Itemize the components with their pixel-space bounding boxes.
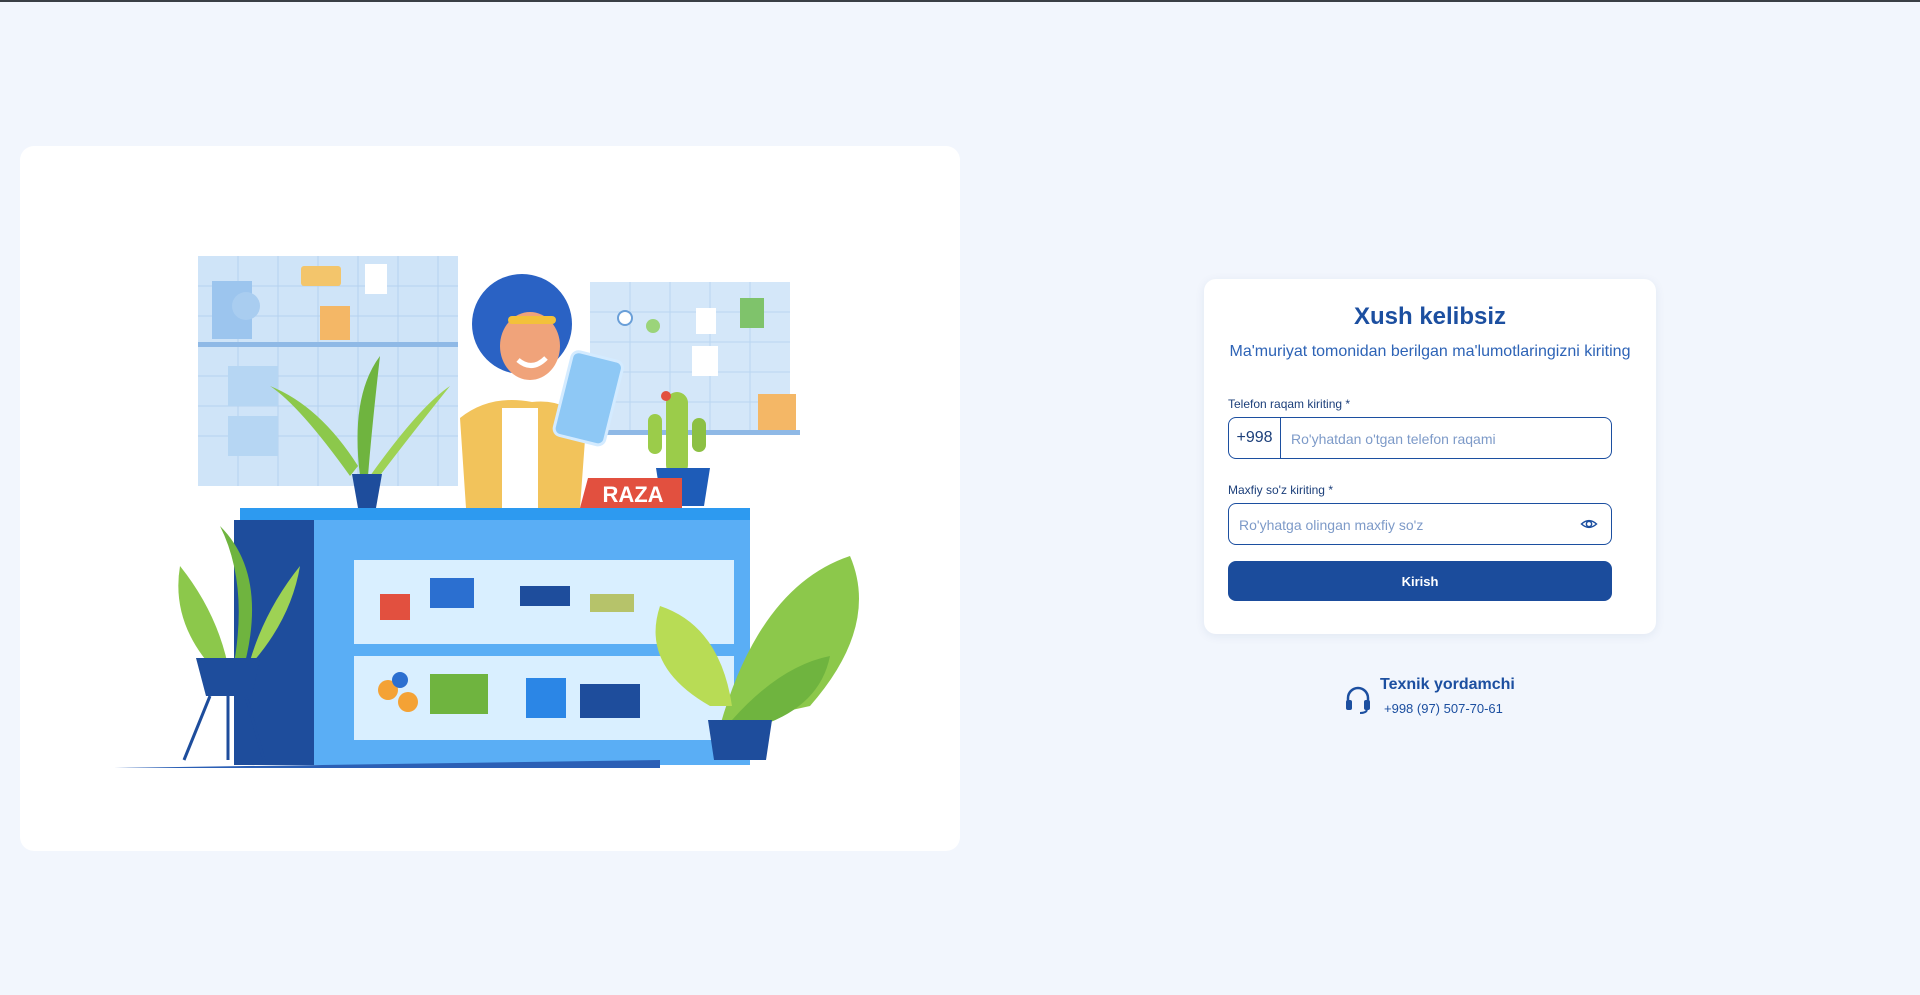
top-border	[0, 0, 1920, 2]
illustration-card: RAZA	[20, 146, 960, 851]
login-subtitle: Ma'muriyat tomonidan berilgan ma'lumotla…	[1229, 343, 1631, 360]
support-block[interactable]: Texnik yordamchi +998 (97) 507-70-61	[1344, 676, 1524, 722]
headset-icon	[1346, 686, 1370, 714]
phone-label: Telefon raqam kiriting *	[1228, 397, 1351, 411]
password-label: Maxfiy so'z kiriting *	[1228, 483, 1333, 497]
eye-icon[interactable]	[1579, 515, 1599, 533]
support-phone[interactable]: +998 (97) 507-70-61	[1384, 701, 1503, 716]
login-title: Xush kelibsiz	[1353, 303, 1507, 330]
login-button[interactable]: Kirish	[1228, 561, 1612, 601]
password-field	[1228, 503, 1612, 546]
support-title: Texnik yordamchi	[1380, 676, 1515, 693]
login-card: Xush kelibsiz Ma'muriyat tomonidan beril…	[1204, 279, 1656, 634]
raza-sign-text: RAZA	[602, 482, 663, 507]
phone-field: +998	[1228, 417, 1612, 460]
password-input[interactable]	[1237, 504, 1571, 546]
phone-input[interactable]	[1289, 418, 1603, 460]
shop-illustration: RAZA	[114, 256, 859, 768]
phone-prefix: +998	[1229, 418, 1281, 458]
counter-top	[240, 508, 750, 520]
